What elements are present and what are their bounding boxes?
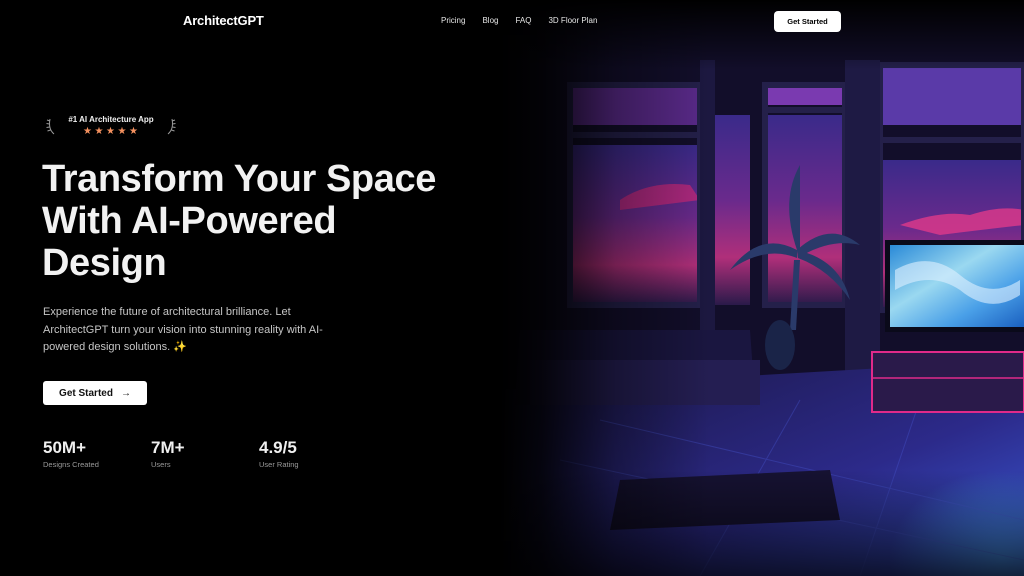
nav-link-faq[interactable]: FAQ — [515, 16, 531, 25]
star-icon: ★ — [106, 126, 115, 137]
stat-value: 7M+ — [151, 438, 185, 457]
stat-label: User Rating — [259, 460, 299, 469]
stat-label: Designs Created — [43, 460, 99, 469]
stat-value: 4.9/5 — [259, 438, 297, 457]
nav-get-started-button[interactable]: Get Started — [774, 11, 841, 32]
stat-users: 7M+ Users — [151, 438, 259, 470]
headline-line-2: With AI-Powered — [42, 200, 337, 242]
arrow-right-icon: → — [120, 387, 131, 399]
top-nav: ArchitectGPT Pricing Blog FAQ 3D Floor P… — [0, 0, 1024, 42]
star-icon: ★ — [117, 126, 127, 137]
nav-links: Pricing Blog FAQ 3D Floor Plan — [441, 16, 597, 25]
badge-text: #1 AI Architecture App — [68, 115, 154, 124]
logo[interactable]: ArchitectGPT — [183, 13, 264, 28]
stat-designs: 50M+ Designs Created — [43, 438, 151, 470]
hero-room-illustration — [500, 0, 1024, 576]
stat-rating: 4.9/5 User Rating — [259, 438, 367, 470]
laurel-right-icon — [167, 118, 176, 135]
nav-link-blog[interactable]: Blog — [482, 16, 498, 25]
stats-row: 50M+ Designs Created 7M+ Users 4.9/5 Use… — [43, 438, 367, 470]
headline-line-1: Transform Your Space — [42, 158, 436, 200]
headline-line-3: Design — [42, 242, 167, 284]
star-icon: ★ — [83, 126, 92, 137]
star-icon: ★ — [129, 126, 138, 137]
nav-link-3d-floor-plan[interactable]: 3D Floor Plan — [548, 16, 597, 25]
star-icon: ★ — [94, 126, 104, 137]
cta-label: Get Started — [59, 387, 113, 399]
hero-get-started-button[interactable]: Get Started → — [43, 381, 147, 405]
rating-stars: ★ ★ ★ ★ ★ — [83, 127, 139, 137]
stat-value: 50M+ — [43, 438, 86, 457]
hero-subtext: Experience the future of architectural b… — [43, 306, 323, 353]
award-badge: #1 AI Architecture App ★ ★ ★ ★ ★ — [46, 113, 176, 141]
hero-headline: Transform Your Space With AI-Powered Des… — [42, 158, 472, 284]
nav-link-pricing[interactable]: Pricing — [441, 16, 465, 25]
stat-label: Users — [151, 460, 171, 469]
